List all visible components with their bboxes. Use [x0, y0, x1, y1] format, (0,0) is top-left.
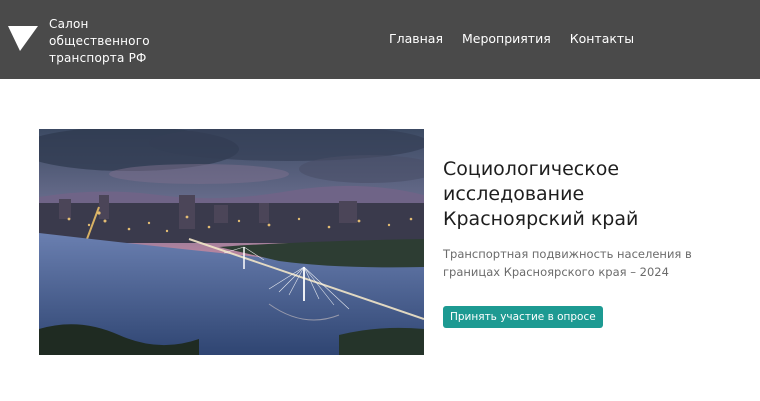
take-survey-button[interactable]: Принять участие в опросе	[443, 306, 603, 328]
hero-image	[39, 129, 424, 355]
brand-line: транспорта РФ	[49, 51, 147, 65]
title-line: Красноярский край	[443, 208, 639, 230]
triangle-logo-icon[interactable]	[8, 24, 38, 52]
hero-title: Социологическое исследование Красноярски…	[443, 157, 743, 232]
brand-name[interactable]: Салон общественного транспорта РФ	[49, 16, 150, 67]
nav-link-contacts[interactable]: Контакты	[570, 31, 634, 46]
subtitle-line: границах Красноярского края – 2024	[443, 265, 669, 279]
nav-link-home[interactable]: Главная	[389, 31, 443, 46]
nav-link-events[interactable]: Мероприятия	[462, 31, 551, 46]
title-line: Социологическое	[443, 158, 620, 180]
title-line: исследование	[443, 183, 585, 205]
site-header: Салон общественного транспорта РФ Главна…	[0, 0, 760, 79]
brand-line: общественного	[49, 34, 150, 48]
main-nav: Главная Мероприятия Контакты	[389, 31, 634, 46]
hero-subtitle: Транспортная подвижность населения в гра…	[443, 245, 743, 281]
brand-line: Салон	[49, 17, 89, 31]
subtitle-line: Транспортная подвижность населения в	[443, 247, 692, 261]
